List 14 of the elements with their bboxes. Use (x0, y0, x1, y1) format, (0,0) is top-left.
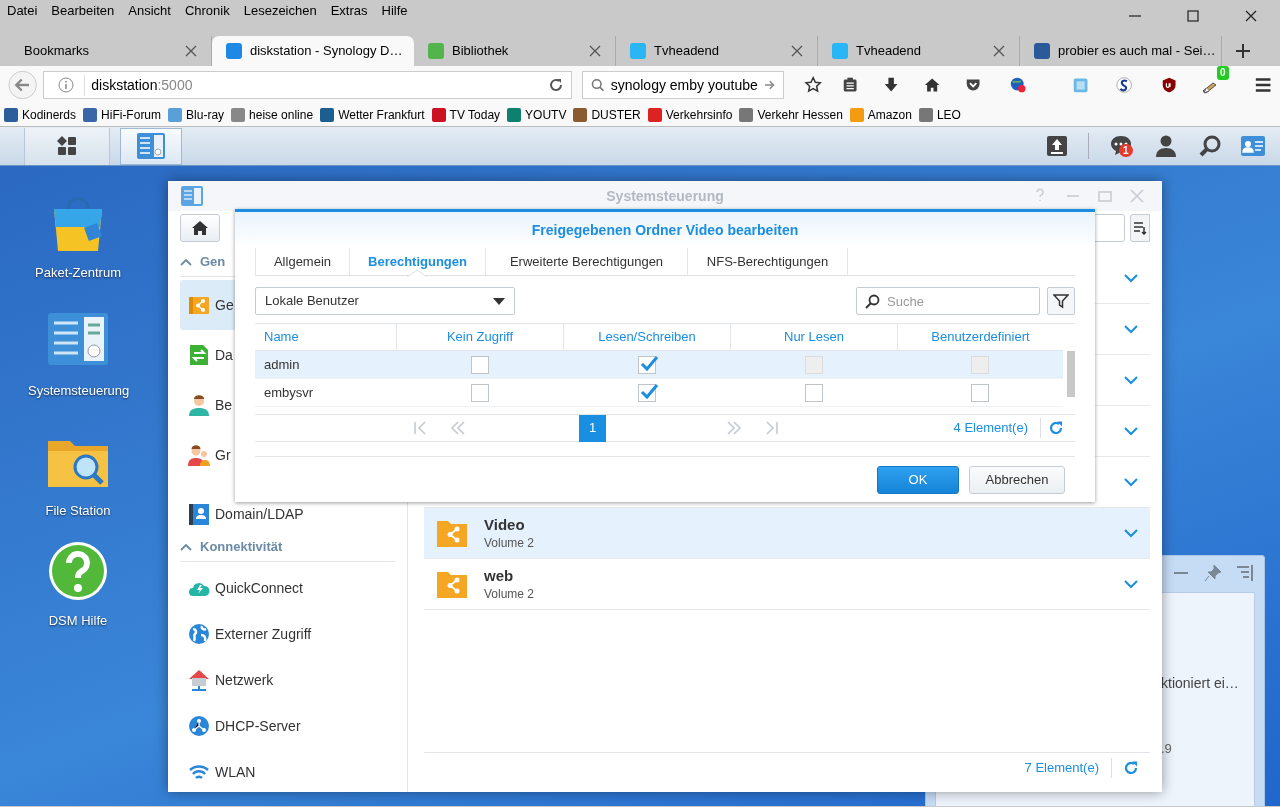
table-cell-text: admin (263, 355, 301, 374)
notification-text: ktioniert ei… (1161, 674, 1239, 693)
notification-text: .9 (1161, 740, 1172, 758)
dialog-title: Freigegebenen Ordner Video bearbeiten (235, 212, 1095, 248)
share-name: web (484, 566, 515, 586)
notification-badge: 1 (1119, 144, 1133, 157)
item-count: 4 Element(e) (953, 419, 1028, 438)
badge: 0 (1216, 66, 1229, 80)
volume-label: Volume 2 (484, 586, 535, 602)
volume-label: Volume 2 (484, 535, 535, 551)
share-name: Video (484, 515, 526, 535)
table-cell-text: embysvr (263, 383, 315, 402)
window-title: Systemsteuerung (606, 186, 724, 206)
item-count: 7 Element(e) (1024, 758, 1099, 777)
